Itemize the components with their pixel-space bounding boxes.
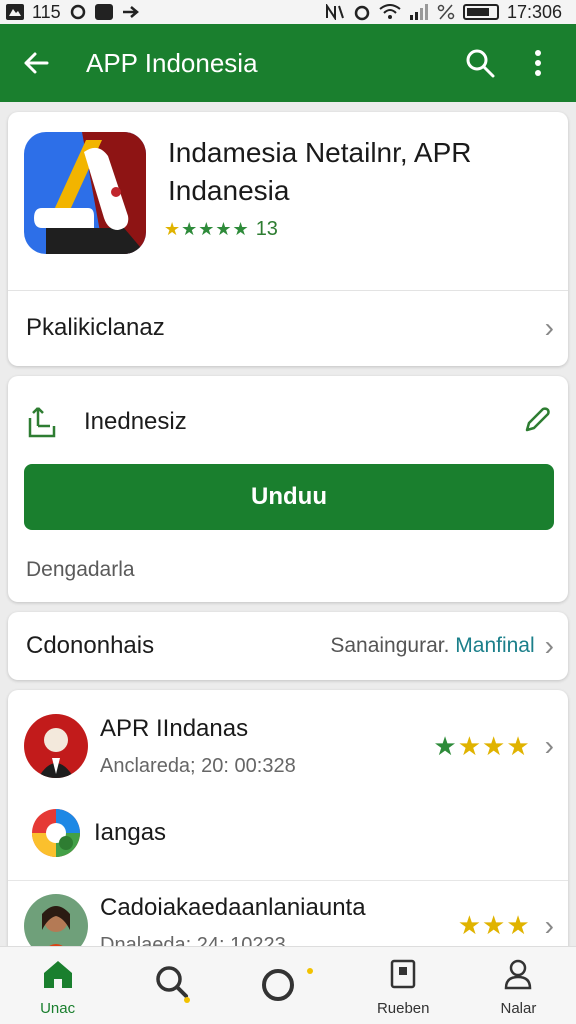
list-item-stars: ★★★ <box>457 910 531 940</box>
multicolor-app-icon <box>30 807 82 859</box>
alarm-icon <box>353 3 371 21</box>
list-item-title: Iangas <box>94 819 167 846</box>
app-bar: APP Indonesia <box>0 24 576 102</box>
info-row-value: Sanaingurar. Manfinal <box>330 634 534 658</box>
download-card: Inednesiz Unduu Dengadarla <box>8 376 568 602</box>
nav-item-library-label: Rueben <box>376 1000 430 1017</box>
edit-button[interactable] <box>522 405 552 440</box>
nav-item-search[interactable] <box>115 947 230 1024</box>
nfc-icon <box>325 4 345 20</box>
app-rating: ★★★★★ 13 <box>164 218 278 241</box>
chevron-right-icon: › <box>544 312 554 343</box>
chevron-right-icon: › <box>544 909 554 941</box>
info-row-value-prefix: Sanaingurar. <box>330 634 450 657</box>
arrow-left-icon <box>24 52 49 74</box>
home-icon <box>43 961 72 988</box>
app-detail-link-label: Pkalikiclanaz <box>26 314 165 341</box>
list-item-subtitle: Anclareda; 20: 00:328 <box>100 754 296 777</box>
refresh-icon <box>262 967 313 1001</box>
signal-icon <box>409 4 429 20</box>
search-icon <box>466 49 495 78</box>
back-button[interactable] <box>16 43 56 83</box>
nav-item-refresh[interactable] <box>230 947 345 1024</box>
more-options-button[interactable] <box>516 41 560 85</box>
status-right: 17:306 <box>325 2 562 23</box>
list-item-title: APR IIndanas <box>100 714 249 742</box>
app-name: Indamesia Netailnr, APR Indanesia <box>168 137 472 206</box>
status-time: 17:306 <box>506 1 562 22</box>
upload-icon <box>28 407 56 438</box>
nav-item-home[interactable]: Unac <box>0 947 115 1024</box>
search-icon <box>156 965 190 1003</box>
avatar <box>24 893 88 950</box>
download-row: Inednesiz <box>24 392 552 452</box>
download-label: Inednesiz <box>84 408 187 435</box>
person-icon <box>505 959 532 990</box>
chevron-right-icon: › <box>544 630 554 661</box>
search-button[interactable] <box>458 41 502 85</box>
avatar <box>24 714 88 778</box>
status-bar: 115 17:306 <box>0 0 576 24</box>
app-bar-title: APP Indonesia <box>86 47 258 78</box>
sync-icon <box>69 4 87 20</box>
photo-icon <box>94 4 113 20</box>
status-left-text: 115 <box>32 1 61 22</box>
list-item[interactable]: Iangas <box>8 798 568 868</box>
list-item-stars: ★★★★ <box>433 730 531 761</box>
rating-stars: ★★★★★ <box>164 219 250 239</box>
nav-item-home-label: Unac <box>40 1000 76 1017</box>
chevron-right-icon: › <box>544 730 554 761</box>
book-icon <box>390 959 416 989</box>
list-item[interactable]: APR IIndanas Anclareda; 20: 00:328 ★★★★ … <box>8 706 568 786</box>
list-item[interactable]: Cadoiakaedaanlaniaunta Dnalaeda; 24: 102… <box>8 880 568 950</box>
battery-icon <box>462 4 499 20</box>
status-left: 115 <box>6 2 139 23</box>
percent-icon <box>437 4 455 20</box>
wifi-icon <box>379 4 401 20</box>
notification-icon <box>6 4 24 20</box>
nav-item-profile[interactable]: Nalar <box>461 947 576 1024</box>
list-item-title: Cadoiakaedaanlaniaunta <box>100 894 366 921</box>
info-row-card[interactable]: Cdononhais Sanaingurar. Manfinal › <box>8 612 568 680</box>
download-button[interactable]: Unduu <box>24 464 554 530</box>
more-vert-icon <box>535 50 541 76</box>
info-row-label: Cdononhais <box>26 632 155 659</box>
reviews-list: APR IIndanas Anclareda; 20: 00:328 ★★★★ … <box>8 690 568 950</box>
nav-item-library[interactable]: Rueben <box>346 947 461 1024</box>
send-icon <box>121 4 139 20</box>
rating-count: 13 <box>255 218 278 240</box>
app-logo-icon <box>24 132 146 254</box>
app-header-card: Indamesia Netailnr, APR Indanesia ★★★★★ … <box>8 112 568 366</box>
info-row-value-accent: Manfinal <box>455 634 535 657</box>
bottom-nav: Unac Rueben Nalar <box>0 946 576 1024</box>
app-detail-link[interactable]: Pkalikiclanaz › <box>26 290 554 366</box>
nav-item-profile-label: Nalar <box>500 1000 537 1017</box>
download-note: Dengadarla <box>26 558 135 581</box>
pencil-icon <box>525 406 550 431</box>
